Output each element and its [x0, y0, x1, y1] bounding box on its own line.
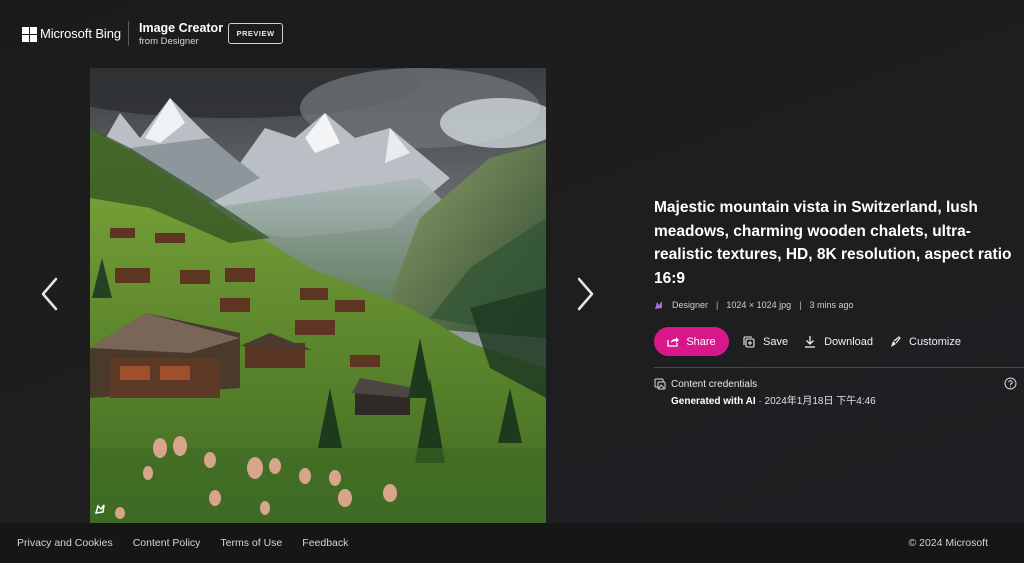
section-divider	[654, 367, 1024, 368]
feedback-link[interactable]: Feedback	[302, 537, 348, 549]
copyright: © 2024 Microsoft	[908, 537, 988, 549]
chevron-left-icon	[41, 277, 58, 311]
share-icon	[667, 337, 680, 347]
content-credentials-title: Content credentials	[671, 378, 758, 390]
image-prompt: Majestic mountain vista in Switzerland, …	[654, 199, 1012, 287]
share-button[interactable]: Share	[654, 327, 729, 356]
customize-button[interactable]: Customize	[889, 336, 961, 348]
product-title: Image Creator	[139, 21, 224, 35]
next-image-button[interactable]	[567, 270, 603, 318]
save-label: Save	[763, 335, 789, 348]
download-label: Download	[824, 335, 873, 348]
product-subtitle: from Designer	[139, 36, 199, 47]
microsoft-logo-icon[interactable]	[22, 27, 37, 42]
meta-separator: |	[799, 300, 802, 310]
save-collection-icon	[743, 335, 755, 348]
content-policy-link[interactable]: Content Policy	[133, 537, 201, 549]
brand-name[interactable]: Microsoft Bing	[40, 26, 121, 41]
generated-with-ai-label: Generated with AI	[671, 396, 756, 407]
meta-separator: |	[716, 300, 719, 310]
share-label: Share	[686, 335, 716, 348]
help-question-icon	[1004, 377, 1017, 390]
download-icon	[805, 336, 816, 348]
chevron-right-icon	[577, 277, 594, 311]
preview-badge[interactable]: PREVIEW	[228, 23, 283, 44]
help-button[interactable]	[1004, 377, 1017, 390]
action-bar: Share Save Download Customize	[654, 327, 961, 356]
header: Microsoft Bing Image Creator from Design…	[0, 0, 1024, 68]
terms-link[interactable]: Terms of Use	[220, 537, 282, 549]
generated-date: · 2024年1月18日 下午4:46	[755, 396, 876, 407]
customize-label: Customize	[909, 335, 961, 348]
footer-links: Privacy and Cookies Content Policy Terms…	[17, 537, 368, 549]
designer-icon	[655, 301, 662, 309]
content-credentials: Content credentials Generated with AI · …	[654, 378, 876, 407]
privacy-link[interactable]: Privacy and Cookies	[17, 537, 113, 549]
footer: Privacy and Cookies Content Policy Terms…	[0, 523, 1024, 563]
previous-image-button[interactable]	[32, 270, 68, 318]
meta-time: 3 mins ago	[809, 300, 854, 310]
designer-watermark-icon	[94, 503, 106, 518]
header-divider	[128, 21, 129, 46]
save-button[interactable]: Save	[743, 336, 788, 348]
meta-dimensions: 1024 × 1024 jpg	[726, 300, 792, 310]
content-credentials-icon	[654, 378, 666, 390]
product-title-block[interactable]: Image Creator from Designer	[139, 21, 223, 48]
generated-image[interactable]	[90, 68, 546, 523]
landscape-illustration	[90, 68, 546, 523]
customize-brush-icon	[891, 335, 901, 347]
download-button[interactable]: Download	[804, 335, 873, 348]
image-meta: Designer | 1024 × 1024 jpg | 3 mins ago	[654, 300, 854, 310]
meta-source: Designer	[672, 300, 709, 310]
